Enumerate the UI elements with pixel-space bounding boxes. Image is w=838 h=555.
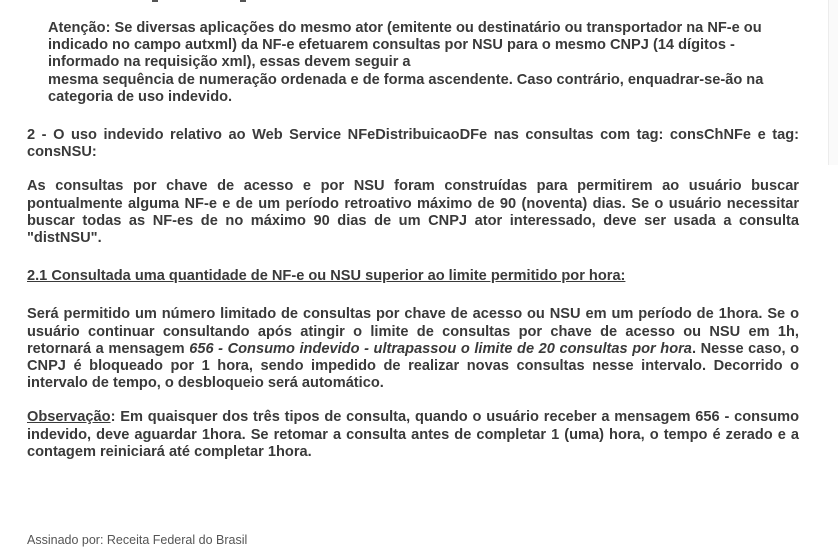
- error-message-656: 656 - Consumo indevido - ultrapassou o l…: [189, 340, 692, 357]
- document-body: Atenção: Se diversas aplicações do mesmo…: [27, 20, 799, 478]
- scrollbar-track[interactable]: [828, 0, 838, 165]
- signature-footer: Assinado por: Receita Federal do Brasil: [27, 533, 248, 547]
- attention-line-5: categoria de uso indevido.: [48, 88, 233, 105]
- section-2-paragraph: As consultas por chave de acesso e por N…: [27, 178, 799, 247]
- observation-text: : Em quaisquer dos três tipos de consult…: [27, 409, 799, 460]
- attention-line-3: informado na requisição xml), essas deve…: [48, 54, 411, 71]
- attention-line-4: mesma sequência de numeração ordenada e …: [48, 71, 764, 88]
- attention-line-1: Atenção: Se diversas aplicações do mesmo…: [48, 20, 762, 36]
- section-2-1-heading-text: 2.1 Consultada uma quantidade de NF-e ou…: [27, 268, 626, 285]
- observation-paragraph: Observação: Em quaisquer dos três tipos …: [27, 409, 799, 461]
- section-2-1-paragraph: Será permitido um número limitado de con…: [27, 306, 799, 392]
- observation-label: Observação: [27, 409, 111, 426]
- attention-note: Atenção: Se diversas aplicações do mesmo…: [27, 20, 799, 106]
- previous-text-fragment: [150, 0, 300, 4]
- attention-line-2: indicado no campo autxml) da NF-e efetua…: [48, 37, 735, 54]
- section-2-heading: 2 - O uso indevido relativo ao Web Servi…: [27, 127, 799, 161]
- document-page: Atenção: Se diversas aplicações do mesmo…: [0, 0, 838, 555]
- section-2-1-heading: 2.1 Consultada uma quantidade de NF-e ou…: [27, 268, 799, 285]
